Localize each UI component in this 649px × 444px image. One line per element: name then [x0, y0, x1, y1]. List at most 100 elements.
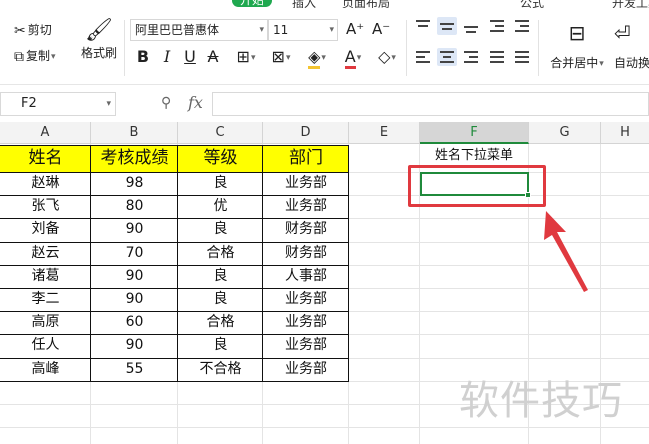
- table-cell[interactable]: 90: [91, 265, 178, 288]
- table-cell[interactable]: 良: [178, 218, 263, 241]
- merge-center-button[interactable]: ⊟ 合并居中▾: [544, 20, 610, 71]
- table-cell[interactable]: 90: [91, 334, 178, 357]
- tab-insert[interactable]: 插入: [292, 0, 316, 8]
- borders-button[interactable]: ⊞▾: [232, 45, 260, 69]
- name-box[interactable]: F2 ▾: [0, 92, 116, 116]
- insert-function-button[interactable]: fx: [188, 93, 203, 112]
- table-cell[interactable]: 李二: [0, 288, 91, 311]
- chevron-down-icon: ▾: [250, 52, 256, 63]
- chevron-down-icon: ▾: [106, 99, 111, 109]
- table-cell[interactable]: 不合格: [178, 358, 263, 381]
- justify-button[interactable]: [487, 48, 507, 66]
- table-cell[interactable]: 90: [91, 218, 178, 241]
- tab-home[interactable]: 开始: [232, 0, 273, 7]
- column-header-f[interactable]: F: [420, 122, 529, 144]
- table-cell[interactable]: 刘备: [0, 218, 91, 241]
- table-cell[interactable]: 业务部: [263, 311, 349, 334]
- table-cell[interactable]: 合格: [178, 242, 263, 265]
- table-cell[interactable]: 诸葛: [0, 265, 91, 288]
- cut-button[interactable]: ✂ 剪切: [14, 22, 52, 39]
- table-cell[interactable]: 60: [91, 311, 178, 334]
- divider: [406, 20, 407, 76]
- table-cell[interactable]: 任人: [0, 334, 91, 357]
- tab-formula[interactable]: 公式: [520, 0, 544, 8]
- highlight-box: [408, 165, 546, 207]
- ribbon: ✂ 剪切 ⧉ 复制▾ 🖌 格式刷 阿里巴巴普惠体 ▾ 11 ▾ A⁺ A⁻ B I …: [0, 8, 649, 84]
- formula-input[interactable]: [212, 92, 649, 116]
- shrink-font-button[interactable]: A⁻: [372, 21, 390, 37]
- table-cell[interactable]: 良: [178, 265, 263, 288]
- table-border-row: [0, 358, 349, 359]
- table-cell[interactable]: 财务部: [263, 242, 349, 265]
- table-border-row: [0, 172, 349, 173]
- grow-font-button[interactable]: A⁺: [346, 21, 364, 37]
- table-cell[interactable]: 80: [91, 195, 178, 218]
- column-header-g[interactable]: G: [529, 122, 601, 144]
- align-top-button[interactable]: [413, 17, 433, 35]
- table-border-row: [0, 311, 349, 312]
- table-cell[interactable]: 人事部: [263, 265, 349, 288]
- table-cell[interactable]: 财务部: [263, 218, 349, 241]
- table-cell[interactable]: 良: [178, 334, 263, 357]
- table-cell[interactable]: 业务部: [263, 195, 349, 218]
- column-header-h[interactable]: H: [601, 122, 649, 144]
- table-cell[interactable]: 业务部: [263, 358, 349, 381]
- column-header-a[interactable]: A: [0, 122, 91, 144]
- font-size-select[interactable]: 11 ▾: [268, 19, 338, 41]
- table-cell[interactable]: 70: [91, 242, 178, 265]
- clear-format-button[interactable]: ◇▾: [372, 45, 402, 69]
- header-cell-score[interactable]: 考核成绩: [91, 145, 178, 172]
- align-bottom-button[interactable]: [461, 17, 481, 35]
- zoom-magnifier-icon[interactable]: ⚲: [161, 95, 171, 111]
- increase-indent-button[interactable]: [512, 17, 532, 35]
- table-cell[interactable]: 55: [91, 358, 178, 381]
- table-border-column: [90, 145, 91, 382]
- tab-developer[interactable]: 开发工具: [612, 0, 649, 8]
- table-cell[interactable]: 高原: [0, 311, 91, 334]
- column-header-d[interactable]: D: [263, 122, 349, 144]
- table-border-column: [177, 145, 178, 382]
- table-cell[interactable]: 98: [91, 172, 178, 195]
- bold-button[interactable]: B: [134, 45, 152, 69]
- table-cell[interactable]: 赵云: [0, 242, 91, 265]
- format-painter-button[interactable]: 🖌 格式刷: [78, 18, 120, 61]
- table-cell[interactable]: 良: [178, 172, 263, 195]
- distributed-align-button[interactable]: [512, 48, 532, 66]
- cell-style-icon: ⊠: [271, 47, 285, 66]
- strikethrough-button[interactable]: A: [204, 45, 222, 69]
- underline-button[interactable]: U: [182, 45, 198, 69]
- column-header-b[interactable]: B: [91, 122, 178, 144]
- table-cell[interactable]: 业务部: [263, 334, 349, 357]
- copy-button[interactable]: ⧉ 复制▾: [14, 48, 56, 65]
- header-cell-department[interactable]: 部门: [263, 145, 349, 172]
- cell-style-button[interactable]: ⊠▾: [266, 45, 296, 69]
- table-cell[interactable]: 合格: [178, 311, 263, 334]
- dropdown-label-cell[interactable]: 姓名下拉菜单: [420, 145, 528, 167]
- align-right-button[interactable]: [461, 48, 481, 66]
- font-color-button[interactable]: A▾: [338, 45, 368, 69]
- fill-color-button[interactable]: ◈▾: [302, 45, 332, 69]
- decrease-indent-button[interactable]: [487, 17, 507, 35]
- table-border-row: [0, 242, 349, 243]
- table-cell[interactable]: 优: [178, 195, 263, 218]
- table-cell[interactable]: 业务部: [263, 288, 349, 311]
- table-cell[interactable]: 张飞: [0, 195, 91, 218]
- wrap-text-button[interactable]: ⏎ 自动换行: [614, 20, 649, 71]
- italic-button[interactable]: I: [160, 45, 174, 69]
- watermark: 软件技巧: [459, 378, 623, 424]
- gridline-row: [0, 427, 649, 428]
- table-cell[interactable]: 高峰: [0, 358, 91, 381]
- table-cell[interactable]: 赵琳: [0, 172, 91, 195]
- header-cell-grade[interactable]: 等级: [178, 145, 263, 172]
- column-header-e[interactable]: E: [349, 122, 420, 144]
- table-cell[interactable]: 90: [91, 288, 178, 311]
- align-center-button[interactable]: [437, 48, 457, 66]
- column-header-c[interactable]: C: [178, 122, 263, 144]
- table-cell[interactable]: 业务部: [263, 172, 349, 195]
- header-cell-name[interactable]: 姓名: [0, 145, 91, 172]
- align-middle-button[interactable]: [437, 17, 457, 35]
- align-left-button[interactable]: [413, 48, 433, 66]
- font-name-select[interactable]: 阿里巴巴普惠体 ▾: [130, 19, 268, 41]
- table-cell[interactable]: 良: [178, 288, 263, 311]
- tab-page-layout[interactable]: 页面布局: [342, 0, 390, 8]
